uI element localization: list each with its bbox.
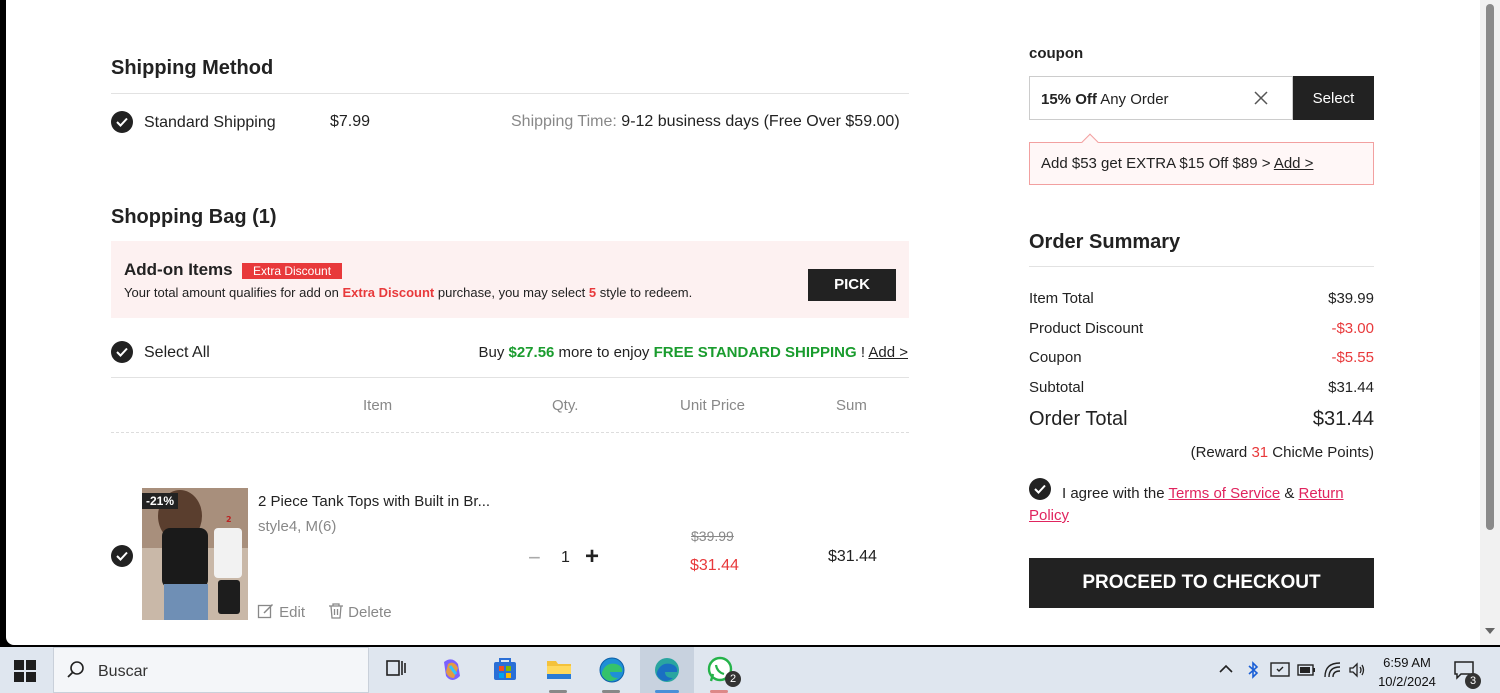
chevron-up-icon[interactable] [1218, 661, 1246, 689]
order-summary-heading: Order Summary [1029, 231, 1181, 253]
scroll-down-icon[interactable] [1485, 628, 1495, 634]
task-view-icon[interactable] [384, 656, 412, 684]
divider [111, 93, 909, 94]
coupon-promo-banner: Add $53 get EXTRA $15 Off $89 > Add > [1029, 133, 1374, 185]
clear-coupon-icon[interactable] [1254, 91, 1268, 110]
select-all-label: Select All [144, 344, 210, 361]
item-checkbox[interactable] [111, 545, 133, 567]
promo-text: Add $53 get EXTRA $15 Off $89 > [1041, 155, 1274, 172]
copilot-icon[interactable] [438, 656, 466, 684]
coupon-value: 15% Off Any Order [1041, 91, 1169, 108]
delete-button[interactable]: Delete [328, 602, 392, 624]
search-icon [66, 660, 86, 685]
shipping-time: Shipping Time: 9-12 business days (Free … [511, 113, 900, 131]
column-sum: Sum [836, 397, 867, 414]
terms-of-service-link[interactable]: Terms of Service [1168, 485, 1280, 502]
original-price: $39.99 [691, 528, 734, 544]
scrollbar[interactable] [1480, 0, 1500, 645]
product-image[interactable]: 2 -21% [142, 488, 248, 620]
trash-icon [328, 602, 344, 624]
taskbar: Buscar 2 6:59 AM 10/2/2024 3 [0, 647, 1500, 693]
edit-label: Edit [279, 604, 306, 621]
shipping-option-name: Standard Shipping [144, 114, 276, 131]
battery-icon[interactable] [1297, 662, 1325, 690]
discount-badge: -21% [142, 493, 179, 509]
extra-discount-badge: Extra Discount [242, 263, 343, 279]
free-shipping-add-link[interactable]: Add > [868, 344, 908, 361]
shipping-time-value: 9-12 business days (Free Over $59.00) [621, 113, 900, 130]
qty-value[interactable]: 1 [561, 549, 570, 567]
taskbar-search[interactable]: Buscar [53, 647, 369, 693]
microsoft-store-icon[interactable] [492, 656, 520, 684]
addon-title: Add-on Items [124, 260, 233, 279]
coupon-label: coupon [1029, 45, 1084, 62]
clock-date: 10/2/2024 [1378, 674, 1436, 689]
addon-description: Your total amount qualifies for add on E… [124, 285, 693, 300]
shopping-bag-heading: Shopping Bag (1) [111, 206, 277, 228]
windows-start-icon[interactable] [14, 660, 42, 688]
divider [1029, 266, 1374, 267]
taskbar-clock[interactable]: 6:59 AM 10/2/2024 [1372, 653, 1442, 691]
shipping-time-label: Shipping Time: [511, 113, 617, 130]
delete-label: Delete [348, 604, 392, 621]
product-name[interactable]: 2 Piece Tank Tops with Built in Br... [258, 493, 490, 510]
free-shipping-notice: Buy $27.56 more to enjoy FREE STANDARD S… [478, 344, 908, 361]
coupon-field[interactable]: 15% Off Any Order [1029, 76, 1293, 120]
unit-price: $31.44 [690, 557, 739, 574]
edit-button[interactable]: Edit [257, 602, 305, 624]
column-item: Item [363, 397, 393, 414]
svg-text:2: 2 [226, 515, 232, 524]
addon-items-banner: Add-on Items Extra Discount Your total a… [111, 241, 909, 318]
column-unit-price: Unit Price [680, 397, 746, 414]
whatsapp-badge: 2 [725, 671, 741, 687]
notification-badge: 3 [1465, 673, 1481, 689]
shipping-method-heading: Shipping Method [111, 57, 274, 79]
column-qty: Qty. [552, 397, 579, 414]
divider [111, 432, 909, 433]
item-sum: $31.44 [828, 548, 877, 565]
promo-add-link[interactable]: Add > [1274, 155, 1314, 172]
file-explorer-icon[interactable] [545, 656, 573, 684]
scrollbar-thumb[interactable] [1486, 4, 1494, 530]
cart-page: Shipping Method Standard Shipping $7.99 … [6, 0, 1480, 645]
select-all-checkbox[interactable] [111, 341, 133, 363]
taskbar-search-placeholder: Buscar [98, 663, 148, 680]
coupon-select-button[interactable]: Select [1293, 76, 1374, 120]
edge-icon[interactable] [598, 656, 626, 684]
divider [111, 377, 909, 378]
product-variant: style4, M(6) [258, 518, 337, 535]
pick-button[interactable]: PICK [808, 269, 896, 301]
proceed-to-checkout-button[interactable]: PROCEED TO CHECKOUT [1029, 558, 1374, 608]
edge-dev-icon[interactable] [653, 656, 681, 684]
clock-time: 6:59 AM [1383, 655, 1431, 670]
agree-terms-text: I agree with the Terms of Service & Retu… [1029, 485, 1344, 524]
security-icon[interactable] [1270, 661, 1298, 689]
standard-shipping-checkbox[interactable] [111, 111, 133, 133]
edit-icon [257, 602, 275, 624]
qty-increase-button[interactable]: + [585, 543, 599, 571]
qty-decrease-button[interactable]: − [528, 545, 541, 571]
shipping-option-price: $7.99 [330, 113, 371, 130]
